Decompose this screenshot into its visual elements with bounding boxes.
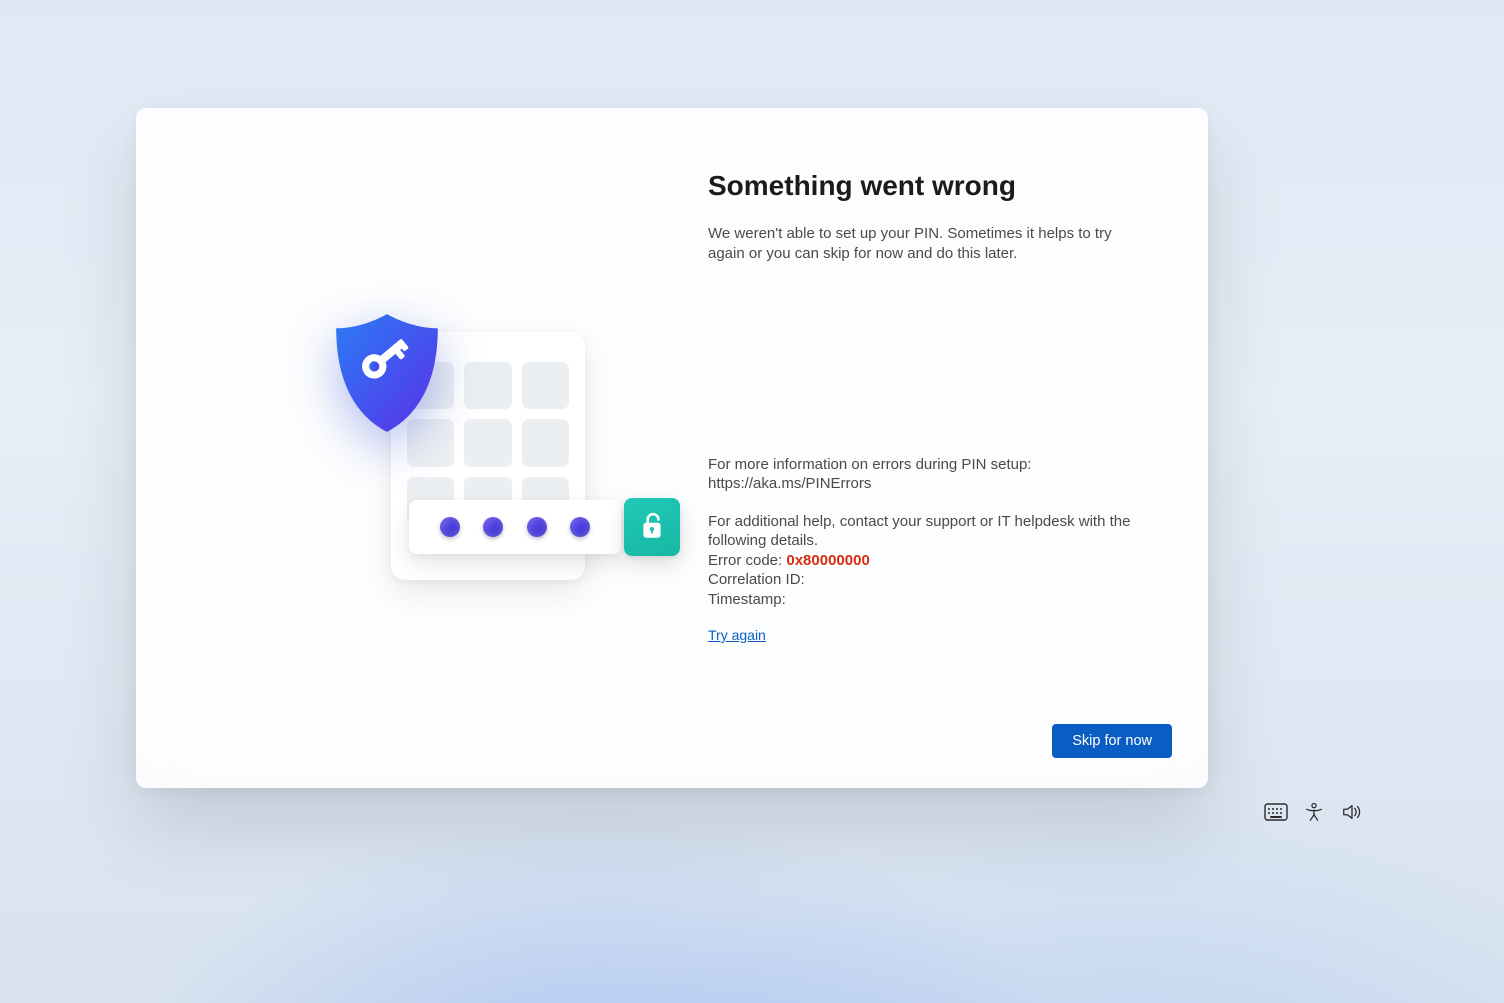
error-code-value: 0x80000000 [786, 552, 869, 569]
keyboard-icon[interactable] [1264, 801, 1288, 823]
pin-setup-illustration [231, 308, 591, 588]
volume-icon[interactable] [1340, 801, 1364, 823]
numpad-key-graphic [464, 362, 511, 409]
try-again-link[interactable]: Try again [708, 627, 766, 643]
page-title: Something went wrong [708, 170, 1144, 202]
pin-dots-bar-graphic [409, 500, 621, 554]
oobe-dialog-card: Something went wrong We weren't able to … [136, 108, 1208, 788]
shield-key-icon [326, 310, 448, 436]
numpad-key-graphic [522, 419, 569, 466]
numpad-key-graphic [464, 419, 511, 466]
correlation-id-line: Correlation ID: [708, 570, 1144, 590]
numpad-key-graphic [522, 362, 569, 409]
pin-dot-graphic [527, 517, 547, 537]
error-details-block: For more information on errors during PI… [708, 455, 1144, 610]
illustration-pane [136, 108, 672, 788]
error-code-line: Error code: 0x80000000 [708, 551, 1144, 571]
pin-dot-graphic [570, 517, 590, 537]
info-url: https://aka.ms/PINErrors [708, 474, 1144, 494]
system-tray [1264, 801, 1364, 823]
correlation-id-label: Correlation ID: [708, 571, 805, 588]
info-line: For more information on errors during PI… [708, 455, 1144, 475]
pin-dot-graphic [440, 517, 460, 537]
timestamp-label: Timestamp: [708, 591, 786, 608]
help-line: For additional help, contact your suppor… [708, 512, 1144, 551]
timestamp-line: Timestamp: [708, 590, 1144, 610]
page-description: We weren't able to set up your PIN. Some… [708, 224, 1128, 265]
pin-dot-graphic [483, 517, 503, 537]
error-code-label: Error code: [708, 552, 786, 569]
skip-for-now-button[interactable]: Skip for now [1052, 724, 1172, 758]
content-pane: Something went wrong We weren't able to … [672, 108, 1208, 788]
accessibility-icon[interactable] [1302, 801, 1326, 823]
